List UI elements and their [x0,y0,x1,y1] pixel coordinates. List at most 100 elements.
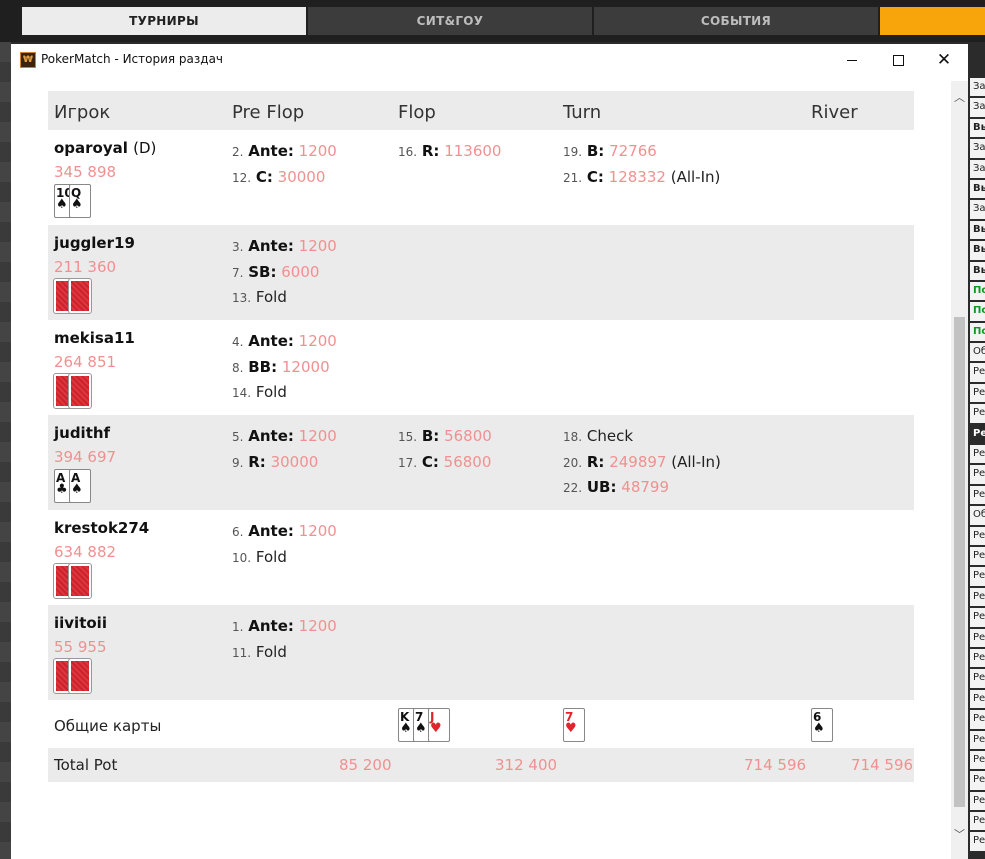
action-item: 15. B: 56800 [398,424,492,450]
vertical-scrollbar[interactable]: ︿ ﹀ [951,81,968,859]
lobby-list-item[interactable]: Ре [970,791,985,811]
tab-accent[interactable] [880,7,985,35]
lobby-list-item[interactable]: За [970,200,985,219]
action-item: 9. R: 30000 [232,450,337,476]
lobby-list-item[interactable]: Об [970,343,985,362]
action-number: 13. [232,291,252,305]
action-number: 14. [232,386,252,400]
lobby-list-item[interactable]: Вы [970,241,985,260]
action-amount: 1200 [298,237,337,255]
player-name: juggler19 [54,234,135,252]
player-row: juggler19 211 360 3. Ante: 1200 7. SB: 6000… [48,225,914,320]
lobby-list-item[interactable]: Ре [970,526,985,545]
title-bar: ₩ PokerMatch - История раздач ✕ [11,44,968,76]
lobby-list-item[interactable]: За [970,98,985,117]
player-nickname: krestok274 [54,519,150,537]
lobby-list-item[interactable]: Ре [970,812,985,831]
lobby-list-item[interactable]: Ре [970,608,985,627]
lobby-list-item[interactable]: По [970,302,985,321]
scroll-up-icon[interactable]: ︿ [951,89,968,106]
action-type: SB: [248,262,277,281]
player-name: judithf [54,424,110,442]
lobby-list-item[interactable]: Ре [970,832,985,851]
action-number: 10. [232,550,252,565]
lobby-list-item[interactable]: Ре [970,771,985,790]
lobby-list-item[interactable]: Ре [970,567,985,586]
action-list: 6. Ante: 1200 10. Fold [232,519,337,570]
action-number: 21. [563,170,583,185]
lobby-list-item[interactable]: Ре [970,710,985,729]
lobby-list-item[interactable]: Ре [970,485,985,505]
action-number: 12. [232,170,252,185]
action-item: 13. Fold [232,285,337,311]
lobby-list-item[interactable]: Ре [970,546,985,566]
lobby-list-item[interactable]: Ре [970,363,985,382]
action-list: 3. Ante: 1200 7. SB: 6000 13. Fold [232,234,337,311]
player-name: oparoyal (D) [54,139,156,157]
close-button[interactable]: ✕ [921,44,967,76]
player-row: iivitoii 55 955 1. Ante: 1200 11. Fold [48,605,914,700]
pot-turn: 714 596 [744,756,807,774]
playing-card: J ♥ [428,708,450,742]
player-row: mekisa11 264 851 4. Ante: 1200 8. BB: 12000… [48,320,914,415]
lobby-list-item[interactable]: Вы [970,220,985,240]
player-stack: 634 882 [54,543,117,561]
lobby-list-item[interactable]: Ре [970,730,985,749]
card-back [68,563,92,599]
header-river: River [811,102,858,123]
action-item: 20. R: 249897 (All-In) [563,450,721,476]
action-amount: 56800 [443,452,492,471]
lobby-list-item[interactable]: Вы [970,118,985,138]
lobby-list-item[interactable]: Ре [970,383,985,403]
minimize-button[interactable] [829,44,875,76]
lobby-list-item[interactable]: Об [970,506,985,525]
action-amount: 113600 [444,142,502,160]
action-note: (All-In) [671,452,721,471]
pot-preflop: 85 200 [339,756,392,774]
action-note: Fold [255,288,287,306]
action-amount: 56800 [444,427,492,445]
action-type: B: [586,142,605,160]
action-item: 8. BB: 12000 [232,355,337,381]
lobby-list-item[interactable]: Ре [970,750,985,770]
lobby-list-item[interactable]: По [970,322,985,342]
lobby-list-item[interactable]: Ре [970,404,985,423]
tab-sit-and-go[interactable]: СИТ&ГОУ [308,7,592,35]
lobby-list-item[interactable]: За [970,139,985,158]
lobby-list-item[interactable]: Вы [970,179,985,199]
lobby-list-item[interactable]: Ре [970,628,985,647]
total-pot-row: Total Pot 85 200 312 400 714 596 714 596 [48,748,914,782]
lobby-list-item[interactable]: Вы [970,261,985,280]
lobby-list-item[interactable]: Ре [970,424,985,444]
action-number: 15. [398,430,418,444]
header-flop: Flop [398,102,436,123]
action-item: 19. B: 72766 [563,139,720,165]
lobby-list-item[interactable]: Ре [970,445,985,464]
scroll-down-icon[interactable]: ﹀ [951,826,968,843]
lobby-list-item[interactable]: За [970,78,985,97]
action-item: 18. Check [563,424,721,450]
maximize-button[interactable] [875,44,921,76]
lobby-list-item[interactable]: Ре [970,465,985,484]
lobby-list-item[interactable]: Ре [970,587,985,607]
action-type: R: [421,142,440,160]
lobby-list-item[interactable]: Ре [970,648,985,668]
top-tab-bar: ТУРНИРЫ СИТ&ГОУ СОБЫТИЯ [0,0,985,42]
scroll-thumb[interactable] [954,317,965,807]
action-amount: 30000 [270,452,319,471]
playing-card: 6 ♠ [811,708,833,742]
action-type: Ante: [248,617,294,635]
action-type: R: [248,452,266,471]
tab-tournaments[interactable]: ТУРНИРЫ [22,7,306,35]
action-type: C: [255,167,273,186]
action-amount: 1200 [298,617,337,635]
lobby-list-item[interactable]: За [970,159,985,178]
tab-events[interactable]: СОБЫТИЯ [594,7,878,35]
action-amount: 12000 [281,357,330,376]
lobby-list-item[interactable]: По [970,281,985,301]
lobby-list-item[interactable]: Ре [970,669,985,688]
maximize-icon [892,54,904,66]
header-player: Игрок [54,102,111,123]
lobby-list-item[interactable]: Ре [970,689,985,709]
hand-history-table: Игрок Pre Flop Flop Turn River oparoyal … [48,91,914,782]
